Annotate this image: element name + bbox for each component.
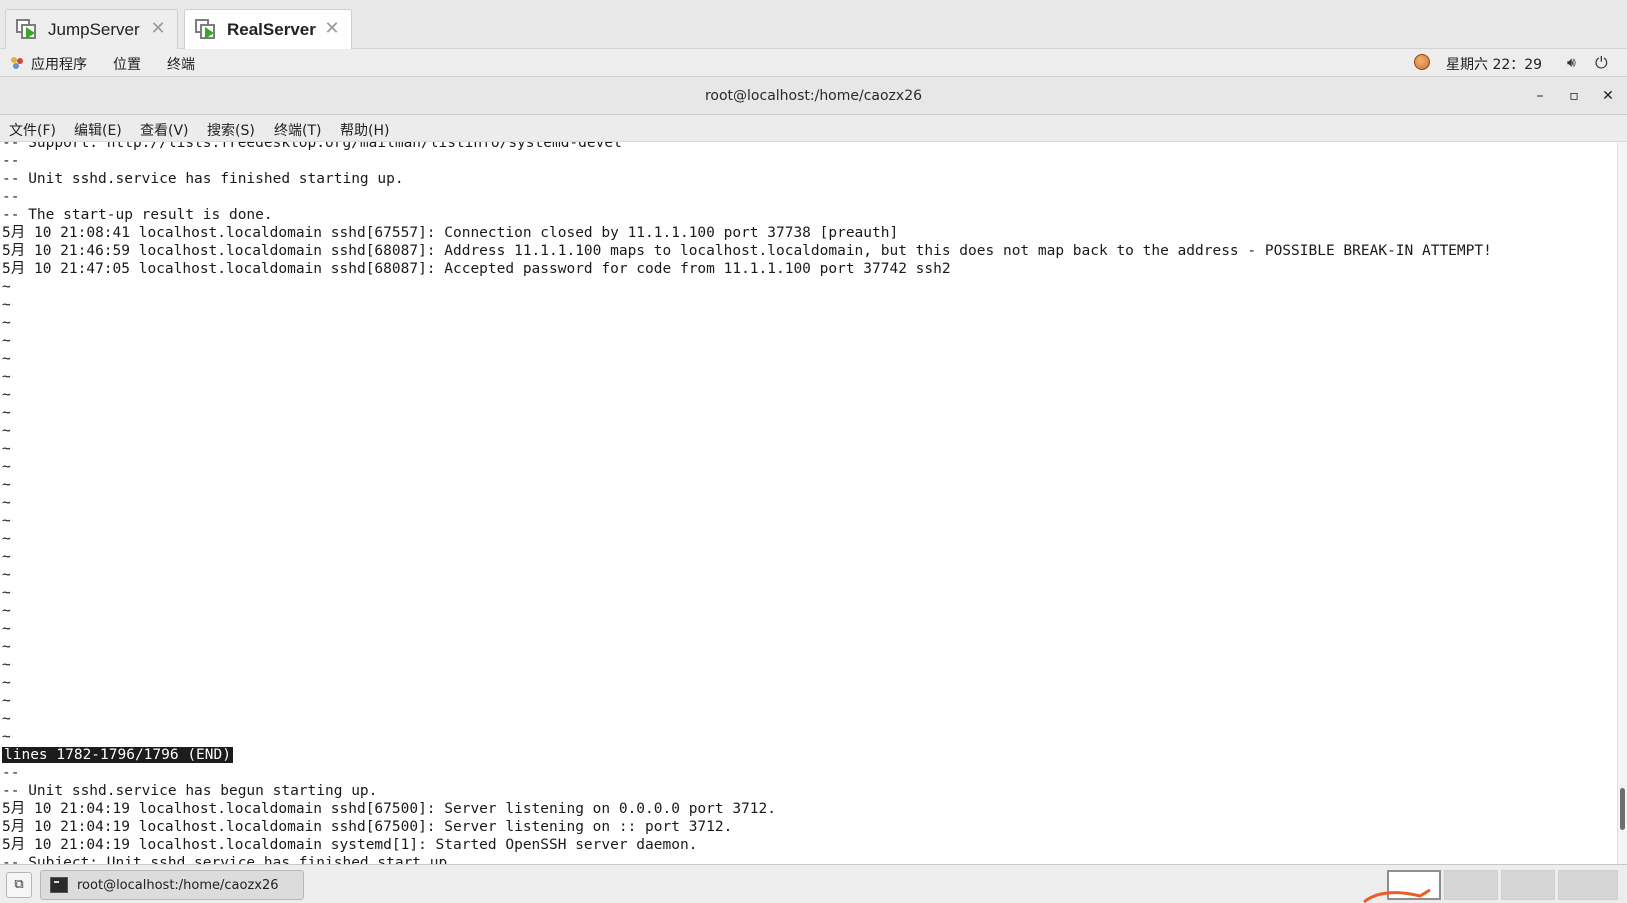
- menu-terminal[interactable]: 终端(T): [274, 120, 321, 140]
- empty-line-marker: ~: [2, 585, 11, 601]
- close-icon[interactable]: ✕: [149, 20, 167, 38]
- empty-line-marker: ~: [2, 639, 11, 655]
- terminal-line: 5月 10 21:47:05 localhost.localdomain ssh…: [2, 261, 951, 277]
- tab-jumpserver[interactable]: JumpServer ✕: [5, 9, 178, 49]
- menu-edit[interactable]: 编辑(E): [74, 120, 122, 140]
- terminal-output[interactable]: -- Support: http://lists.freedesktop.org…: [0, 142, 1617, 864]
- menu-places[interactable]: 位置: [113, 54, 141, 74]
- window-titlebar: root@localhost:/home/caozx26 – ▫ ✕: [0, 77, 1627, 115]
- empty-line-marker: ~: [2, 459, 11, 475]
- tab-label: JumpServer: [48, 19, 140, 39]
- empty-line-marker: ~: [2, 333, 11, 349]
- terminal-line: -- Support: http://lists.freedesktop.org…: [2, 142, 622, 151]
- empty-line-marker: ~: [2, 657, 11, 673]
- window-title: root@localhost:/home/caozx26: [704, 88, 923, 104]
- mascot-icon: [1363, 888, 1431, 903]
- remote-session-icon: [16, 18, 38, 41]
- terminal-line: -- The start-up result is done.: [2, 207, 273, 223]
- terminal-line: --: [2, 189, 20, 205]
- terminal-line: --: [2, 153, 20, 169]
- workspace-2[interactable]: [1444, 870, 1498, 900]
- menu-applications[interactable]: 应用程序: [31, 54, 87, 74]
- empty-line-marker: ~: [2, 315, 11, 331]
- terminal-line: -- Subject: Unit sshd.service has finish…: [2, 855, 448, 864]
- empty-line-marker: ~: [2, 477, 11, 493]
- volume-icon[interactable]: 🔊︎: [1567, 55, 1576, 71]
- terminal-line: 5月 10 21:04:19 localhost.localdomain sys…: [2, 837, 698, 853]
- scrollbar-thumb[interactable]: [1620, 788, 1625, 830]
- empty-line-marker: ~: [2, 351, 11, 367]
- power-icon[interactable]: ⏻: [1595, 53, 1608, 73]
- empty-line-marker: ~: [2, 693, 11, 709]
- empty-line-marker: ~: [2, 387, 11, 403]
- terminal-icon: [50, 877, 68, 893]
- top-panel: 应用程序 位置 终端 星期六 22：29 🔊︎ ⏻: [0, 49, 1627, 77]
- remote-session-icon: [195, 19, 217, 41]
- empty-line-marker: ~: [2, 405, 11, 421]
- empty-line-marker: ~: [2, 495, 11, 511]
- maximize-button[interactable]: ▫: [1563, 85, 1585, 107]
- empty-line-marker: ~: [2, 729, 11, 745]
- empty-line-marker: ~: [2, 603, 11, 619]
- host-tab-bar: JumpServer ✕ RealServer ✕: [0, 0, 1627, 50]
- tab-realserver[interactable]: RealServer ✕: [184, 9, 352, 50]
- empty-line-marker: ~: [2, 297, 11, 313]
- workspace-3[interactable]: [1501, 870, 1555, 900]
- empty-line-marker: ~: [2, 369, 11, 385]
- empty-line-marker: ~: [2, 621, 11, 637]
- minimize-button[interactable]: –: [1529, 85, 1551, 107]
- terminal-line: 5月 10 21:08:41 localhost.localdomain ssh…: [2, 225, 899, 241]
- menu-view[interactable]: 查看(V): [140, 120, 189, 140]
- empty-line-marker: ~: [2, 513, 11, 529]
- terminal-line: --: [2, 765, 20, 781]
- terminal-line: 5月 10 21:46:59 localhost.localdomain ssh…: [2, 243, 1492, 259]
- empty-line-marker: ~: [2, 711, 11, 727]
- empty-line-marker: ~: [2, 675, 11, 691]
- menu-search[interactable]: 搜索(S): [207, 120, 255, 140]
- terminal-line: 5月 10 21:04:19 localhost.localdomain ssh…: [2, 819, 733, 835]
- task-terminal-button[interactable]: root@localhost:/home/caozx26: [40, 870, 304, 900]
- empty-line-marker: ~: [2, 279, 11, 295]
- terminal-line: 5月 10 21:04:19 localhost.localdomain ssh…: [2, 801, 776, 817]
- clock[interactable]: 星期六 22：29: [1446, 54, 1542, 74]
- empty-line-marker: ~: [2, 441, 11, 457]
- menu-file[interactable]: 文件(F): [9, 120, 56, 140]
- tab-label: RealServer: [227, 20, 316, 39]
- empty-line-marker: ~: [2, 531, 11, 547]
- pager-status: lines 1782-1796/1796 (END): [2, 746, 233, 764]
- tray-app-icon[interactable]: [1414, 54, 1430, 70]
- scrollbar[interactable]: [1617, 142, 1627, 864]
- applications-icon: [11, 57, 23, 69]
- task-label: root@localhost:/home/caozx26: [77, 877, 279, 893]
- empty-line-marker: ~: [2, 549, 11, 565]
- menu-help[interactable]: 帮助(H): [340, 120, 389, 140]
- pager-status-text: lines 1782-1796/1796 (END): [2, 747, 233, 763]
- workspace-4[interactable]: [1558, 870, 1618, 900]
- close-button[interactable]: ✕: [1597, 85, 1619, 107]
- terminal-line: -- Unit sshd.service has finished starti…: [2, 171, 404, 187]
- menu-terminal[interactable]: 终端: [167, 54, 195, 74]
- menu-bar: 文件(F) 编辑(E) 查看(V) 搜索(S) 终端(T) 帮助(H): [0, 115, 1627, 142]
- terminal-line: -- Unit sshd.service has begun starting …: [2, 783, 378, 799]
- show-desktop-button[interactable]: ⧉: [6, 872, 32, 898]
- close-icon[interactable]: ✕: [323, 20, 341, 38]
- empty-line-marker: ~: [2, 567, 11, 583]
- empty-line-marker: ~: [2, 423, 11, 439]
